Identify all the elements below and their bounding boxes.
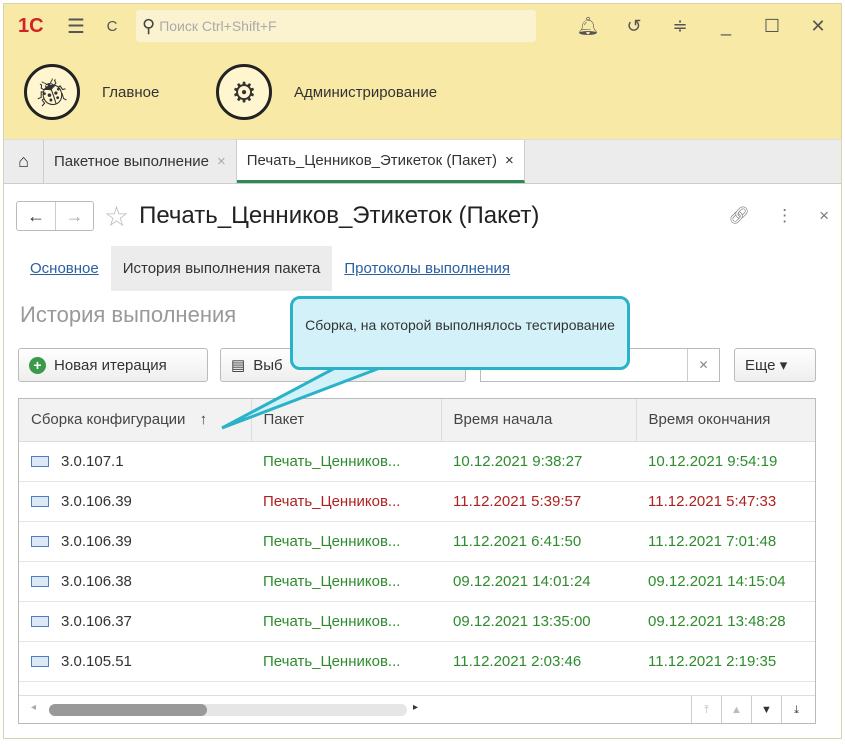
callout-tail: [221, 364, 381, 430]
callout: Сборка, на которой выполнялось тестирова…: [290, 296, 630, 370]
